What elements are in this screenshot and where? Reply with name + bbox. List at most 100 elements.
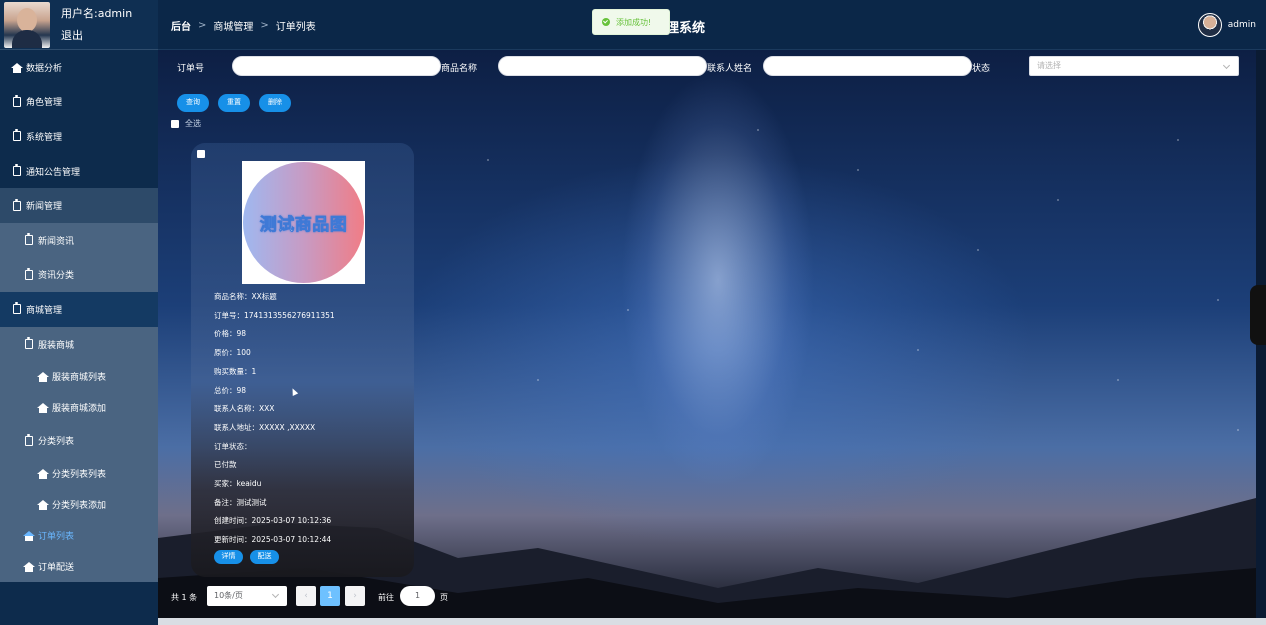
sidebar-item-data-analysis[interactable]: 数据分析 [0, 50, 158, 85]
sidebar-item-system-management[interactable]: 系统管理 [0, 119, 158, 154]
goto-label: 前往 [378, 593, 394, 602]
avatar [1197, 13, 1222, 37]
sidebar-item-category-list-add[interactable]: 分类列表添加 [0, 488, 158, 520]
sidebar-item-label: 商城管理 [26, 305, 63, 316]
remark: 备注：测试测试 [214, 497, 267, 507]
clipboard-icon [24, 233, 34, 246]
sidebar-item-label: 系统管理 [26, 132, 63, 143]
order-no-input[interactable] [232, 56, 441, 76]
clipboard-icon [12, 129, 22, 142]
status-select[interactable]: 请选择 [1029, 56, 1239, 76]
page-size-select[interactable]: 10条/页 [207, 586, 287, 606]
sidebar-item-order-delivery[interactable]: 订单配送 [0, 550, 158, 582]
select-all[interactable]: 全选 [171, 118, 201, 129]
breadcrumb-separator: > [260, 20, 269, 31]
product-image-circle: 测试商品图 [243, 162, 364, 283]
sidebar-item-label: 分类列表添加 [52, 500, 107, 511]
contact-name-label: 联系人姓名 [707, 64, 753, 74]
query-button[interactable]: 查询 [177, 94, 209, 112]
sidebar-item-label: 分类列表 [38, 437, 75, 448]
clipboard-icon [24, 433, 34, 446]
ship-button[interactable]: 配送 [250, 550, 279, 564]
top-user-menu[interactable]: admin [1197, 13, 1256, 37]
sidebar-item-clothing-mall-list[interactable]: 服装商城列表 [0, 361, 158, 393]
quantity: 购买数量：1 [214, 366, 257, 376]
success-check-icon [602, 18, 610, 26]
goto-page-input[interactable]: 1 [400, 586, 435, 606]
home-icon [37, 372, 49, 383]
clipboard-icon [24, 337, 34, 350]
sidebar-item-role-management[interactable]: 角色管理 [0, 85, 158, 120]
sidebar-item-label: 服装商城添加 [52, 404, 107, 415]
page-size-value: 10条/页 [214, 591, 243, 600]
page-unit-label: 页 [440, 593, 448, 602]
status-placeholder: 请选择 [1037, 61, 1061, 70]
next-page-button[interactable]: › [345, 586, 365, 606]
chevron-down-icon [271, 590, 280, 599]
sidebar-item-clothing-mall-add[interactable]: 服装商城添加 [0, 392, 158, 424]
user-box: 用户名:admin 退出 [0, 0, 158, 50]
home-icon [11, 62, 23, 73]
updated-time: 更新时间：2025-03-07 10:12:44 [214, 535, 332, 545]
sidebar-item-label: 订单列表 [38, 531, 75, 542]
top-bar: 后台 > 商城管理 > 订单列表 理系统 添加成功! admin [158, 0, 1266, 50]
order-card: 测试商品图 商品名称：XX标题 订单号：1741313556276911351 … [191, 143, 414, 577]
prev-page-button[interactable]: ‹ [296, 586, 316, 606]
logout-link[interactable]: 退出 [61, 27, 132, 45]
original-price: 原价：100 [214, 348, 251, 358]
sidebar-item-notice-management[interactable]: 通知公告管理 [0, 154, 158, 189]
top-username: admin [1227, 20, 1256, 30]
clipboard-icon [12, 302, 22, 315]
sidebar: 用户名:admin 退出 数据分析 角色管理 系统管理 通知公告管理 新闻管理 … [0, 0, 158, 625]
home-icon [37, 499, 49, 510]
sidebar-item-label: 资讯分类 [38, 271, 75, 282]
sidebar-item-label: 通知公告管理 [26, 167, 81, 178]
reset-button[interactable]: 重置 [218, 94, 250, 112]
sidebar-item-clothing-mall[interactable]: 服装商城 [0, 326, 158, 362]
bottom-strip [158, 618, 1266, 625]
breadcrumb-separator: > [198, 20, 207, 31]
product-name: 商品名称：XX标题 [214, 292, 277, 301]
pagination: 共 1 条 10条/页 ‹ 1 › 前往 1 页 [171, 586, 471, 606]
chevron-down-icon [1222, 61, 1231, 70]
sidebar-item-news-category[interactable]: 资讯分类 [0, 257, 158, 293]
sidebar-item-label: 新闻资讯 [38, 236, 75, 247]
page-1-button[interactable]: 1 [320, 586, 340, 606]
order-status-label: 订单状态： [214, 441, 252, 451]
order-status-value: 已付款 [214, 460, 237, 470]
username-label: 用户名:admin [61, 6, 133, 20]
home-icon [23, 561, 35, 572]
buyer: 买家：keaidu [214, 479, 262, 489]
price: 价格：98 [214, 329, 247, 339]
sidebar-item-news-info[interactable]: 新闻资讯 [0, 222, 158, 258]
sidebar-item-mall-management[interactable]: 商城管理 [0, 292, 158, 327]
contact-name-input[interactable] [763, 56, 972, 76]
sidebar-item-order-list[interactable]: 订单列表 [0, 519, 158, 551]
user-info: 用户名:admin 退出 [61, 5, 132, 45]
breadcrumb-item-home[interactable]: 后台 [171, 18, 191, 33]
sidebar-item-label: 数据分析 [26, 63, 63, 74]
select-all-label: 全选 [185, 119, 201, 128]
contact-address: 联系人地址：XXXXX ,XXXXX [214, 422, 316, 432]
breadcrumb-item-mall[interactable]: 商城管理 [213, 18, 253, 33]
sidebar-item-label: 订单配送 [38, 562, 75, 573]
order-no-label: 订单号 [177, 64, 205, 74]
order-fields: 商品名称：XX标题 订单号：1741313556276911351 价格：98 … [214, 288, 335, 550]
clipboard-icon [12, 94, 22, 107]
sidebar-item-label: 新闻管理 [26, 202, 63, 213]
delete-button[interactable]: 删除 [259, 94, 291, 112]
product-image-text: 测试商品图 [259, 215, 348, 236]
select-all-checkbox[interactable] [171, 119, 179, 128]
sidebar-item-label: 分类列表列表 [52, 469, 107, 480]
order-checkbox[interactable] [197, 150, 205, 158]
product-name-input[interactable] [498, 56, 707, 76]
home-icon [37, 403, 49, 414]
sidebar-item-category-list-list[interactable]: 分类列表列表 [0, 457, 158, 489]
sidebar-item-label: 服装商城列表 [52, 373, 107, 384]
detail-button[interactable]: 详情 [214, 550, 243, 564]
sidebar-item-news-management[interactable]: 新闻管理 [0, 188, 158, 223]
side-drawer-handle[interactable] [1250, 285, 1266, 345]
breadcrumb: 后台 > 商城管理 > 订单列表 [171, 18, 316, 33]
sidebar-item-category-list[interactable]: 分类列表 [0, 423, 158, 458]
system-title: 理系统 [666, 21, 706, 36]
